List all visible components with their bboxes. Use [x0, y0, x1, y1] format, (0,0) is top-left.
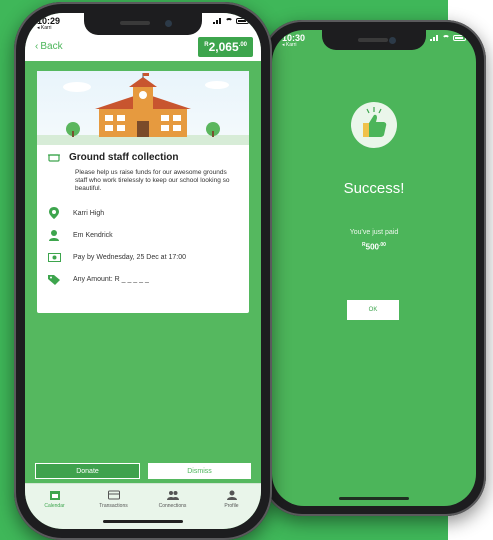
tab-label: Connections — [158, 503, 187, 509]
collection-description: Please help us raise funds for our aweso… — [75, 169, 230, 192]
donate-button[interactable]: Donate — [35, 463, 140, 479]
tab-profile[interactable]: Profile — [202, 484, 261, 529]
signal-icon — [213, 18, 222, 24]
card-icon — [107, 490, 120, 500]
status-icons — [213, 18, 249, 24]
organiser-row: Em Kendrick — [47, 229, 241, 241]
profile-icon — [226, 490, 237, 500]
collection-title: Ground staff collection — [69, 151, 179, 163]
dismiss-button[interactable]: Dismiss — [148, 463, 251, 479]
back-button[interactable]: ‹ Back — [35, 41, 63, 52]
paid-message: You've just paid — [349, 229, 399, 236]
school-name: Karri High — [73, 209, 105, 217]
collection-title-row: Ground staff collection — [47, 151, 241, 163]
basket-icon — [47, 151, 61, 163]
organiser-name: Em Kendrick — [73, 231, 113, 239]
amount-value: 500 — [365, 242, 380, 252]
app-header: ‹ Back R2,065.00 — [25, 31, 261, 61]
wifi-icon — [225, 18, 233, 24]
location-pin-icon — [47, 207, 61, 219]
chevron-left-icon: ‹ — [35, 41, 39, 52]
cash-icon — [47, 251, 61, 263]
amount-row[interactable]: Any Amount: R _ _ _ _ _ — [47, 273, 241, 285]
home-indicator[interactable] — [103, 520, 183, 523]
amount-input[interactable]: Any Amount: R _ _ _ _ _ — [73, 276, 149, 283]
collection-screen: ‹ Back R2,065.00 10:29 ◂ Karri Ground st… — [25, 13, 261, 529]
school-row: Karri High — [47, 207, 241, 219]
battery-icon — [453, 35, 466, 41]
tab-bar: Calendar Transactions Connections Profil… — [25, 483, 261, 529]
balance-value: 2,065 — [208, 40, 239, 54]
person-icon — [47, 229, 61, 241]
signal-icon — [430, 35, 439, 41]
group-icon — [166, 491, 179, 500]
success-phone: 10:30 ◂ Karri Success! You've just paid … — [262, 20, 486, 516]
balance-cents: .00 — [238, 42, 247, 48]
paid-amount: R500.00 — [272, 242, 476, 252]
wifi-icon — [442, 35, 450, 41]
phone-notch — [84, 13, 202, 35]
action-buttons: Donate Dismiss — [35, 463, 251, 479]
battery-icon — [236, 18, 249, 24]
back-label: Back — [40, 41, 63, 52]
status-icons — [430, 35, 466, 41]
tab-label: Transactions — [99, 503, 128, 509]
collection-card: Ground staff collection Please help us r… — [37, 71, 249, 313]
school-illustration — [37, 71, 249, 145]
thumbs-up-icon — [351, 102, 397, 148]
amount-cents: .00 — [379, 242, 386, 248]
tab-label: Profile — [224, 503, 239, 509]
due-row: Pay by Wednesday, 25 Dec at 17:00 — [47, 251, 241, 263]
success-screen: 10:30 ◂ Karri Success! You've just paid … — [272, 30, 476, 506]
promo-stage: 10:30 ◂ Karri Success! You've just paid … — [0, 0, 493, 540]
collection-phone: ‹ Back R2,065.00 10:29 ◂ Karri Ground st… — [14, 2, 272, 540]
tab-label: Calendar — [44, 503, 65, 509]
due-date: Pay by Wednesday, 25 Dec at 17:00 — [73, 253, 186, 261]
ok-button[interactable]: OK — [347, 300, 399, 320]
balance-badge: R2,065.00 — [198, 37, 253, 57]
tag-icon — [47, 273, 61, 285]
phone-notch — [322, 30, 426, 50]
success-title: Success! — [343, 180, 405, 197]
home-indicator[interactable] — [339, 497, 409, 500]
calendar-icon — [49, 491, 60, 500]
tab-calendar[interactable]: Calendar — [25, 484, 84, 529]
